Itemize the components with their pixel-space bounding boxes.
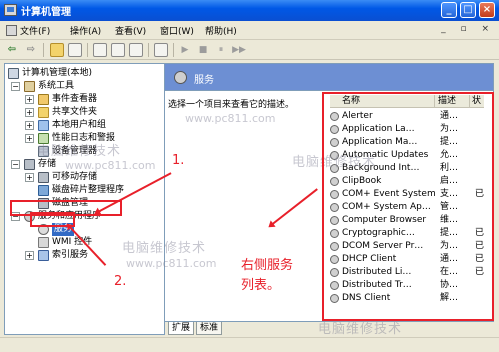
tab-standard[interactable]: 标准 [196,322,223,335]
panel-title: 服务 [194,75,214,86]
menu-file[interactable]: 文件(F) [6,24,50,37]
stop-service-icon[interactable]: ■ [196,43,210,57]
export-list-icon[interactable] [129,43,143,57]
annotation-right-list-2: 列表。 [241,278,281,293]
view-tabs: 扩展 标准 [165,322,494,335]
toolbar-separator [43,43,44,57]
tools-icon [24,81,35,92]
window-title: 计算机管理 [21,7,71,18]
up-folder-icon[interactable] [50,43,64,57]
wmi-icon [38,237,49,248]
status-bar [0,337,499,352]
shared-folder-icon [38,107,49,118]
refresh-icon[interactable] [111,43,125,57]
show-tree-icon[interactable] [68,43,82,57]
collapse-expander[interactable]: − [11,160,20,169]
indexing-icon [38,250,49,261]
menu-window[interactable]: 窗口(W) [160,24,194,37]
back-icon[interactable]: ⇦ [5,43,19,57]
expand-expander[interactable]: + [25,95,34,104]
mdi-controls[interactable]: _ ▫ × [441,24,495,34]
highlight-services-list [322,92,494,321]
computer-management-icon [4,4,17,16]
toolbar-separator [173,43,174,57]
forward-icon[interactable]: ⇨ [24,43,38,57]
expand-expander[interactable]: + [25,173,34,182]
pause-service-icon[interactable]: ⏸ [214,43,228,57]
minimize-button[interactable]: _ [441,2,457,18]
expand-expander[interactable]: + [25,108,34,117]
event-viewer-icon [38,94,49,105]
device-manager-icon [38,146,49,157]
toolbar: ⇦ ⇨ ▶ ■ ⏸ ▶▶ [0,40,499,60]
expand-expander[interactable]: + [25,121,34,130]
properties-icon[interactable] [93,43,107,57]
restart-service-icon[interactable]: ▶▶ [232,43,246,57]
users-icon [38,120,49,131]
toolbar-separator [87,43,88,57]
expand-expander[interactable]: + [25,134,34,143]
computer-icon [8,68,19,79]
storage-icon [24,159,35,170]
defrag-icon [38,185,49,196]
toolbar-separator [148,43,149,57]
annotation-step1: 1. [172,153,185,168]
menu-action[interactable]: 操作(A) [70,24,101,37]
tab-extended[interactable]: 扩展 [168,322,195,335]
panel-header: 服务 [165,63,494,91]
mmc-icon [6,25,17,36]
removable-storage-icon [38,172,49,183]
menu-bar: 文件(F) 操作(A) 查看(V) 窗口(W) 帮助(H) _ ▫ × [0,21,499,40]
help-icon[interactable] [154,43,168,57]
menu-help[interactable]: 帮助(H) [205,24,237,37]
performance-icon [38,133,49,144]
services-gear-icon [174,71,187,84]
start-service-icon[interactable]: ▶ [178,43,192,57]
close-button[interactable]: × [479,2,495,18]
menu-view[interactable]: 查看(V) [115,24,146,37]
annotation-step2: 2. [114,274,127,289]
maximize-button[interactable]: □ [460,2,476,18]
expand-expander[interactable]: + [25,251,34,260]
annotation-right-list-1: 右侧服务 [241,258,294,273]
description-text: 选择一个项目来查看它的描述。 [168,100,295,110]
title-bar: 计算机管理 _ □ × [0,0,499,21]
console-tree[interactable]: 计算机管理(本地) − 系统工具 + 事件查看器 + 共享文件夹 + 本地用户和… [4,63,165,335]
collapse-expander[interactable]: − [11,82,20,91]
